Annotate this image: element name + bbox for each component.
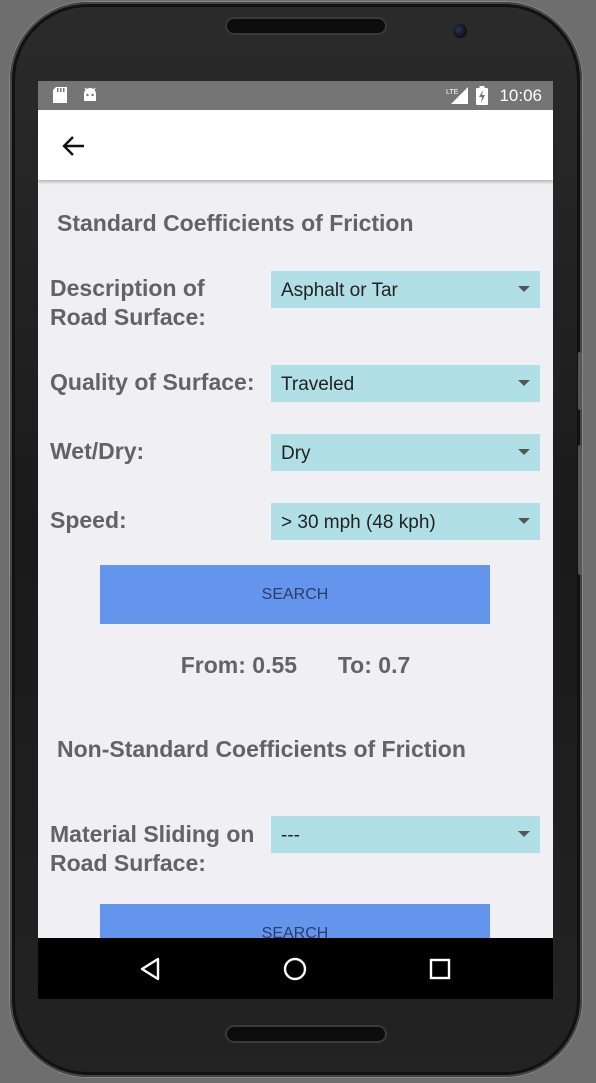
home-circle-icon [278,957,312,990]
field-label-road-surface: Description of Road Surface: [50,275,206,330]
caret-down-icon [518,380,530,386]
standard-section-title: Standard Coefficients of Friction [57,210,414,236]
navigation-bar [38,938,553,999]
wet-dry-dropdown[interactable]: Dry [271,434,540,471]
app-bar [38,110,553,180]
arrow-back-icon [60,136,88,164]
non-standard-search-button[interactable]: SEARCH [100,904,490,938]
non-standard-section-title: Non-Standard Coefficients of Friction [57,736,466,762]
screen: LTE 10:06 Standard Coefficients of Frict… [38,81,553,999]
sd-card-icon [53,87,67,108]
nav-back-button[interactable] [134,952,168,986]
front-camera [453,24,467,38]
status-time: 10:06 [499,86,542,105]
bottom-speaker [225,1025,387,1043]
nav-home-button[interactable] [278,952,312,986]
dropdown-value: > 30 mph (48 kph) [281,512,436,533]
field-label-wet-dry: Wet/Dry: [50,438,145,464]
dropdown-value: --- [281,825,300,846]
lte-signal-icon: LTE [446,87,468,109]
material-dropdown[interactable]: --- [271,816,540,853]
road-surface-dropdown[interactable]: Asphalt or Tar [271,271,540,308]
field-label-material: Material Sliding on Road Surface: [50,821,255,876]
result-range: From: 0.55 To: 0.7 [38,652,553,679]
field-label-speed: Speed: [50,507,127,533]
status-bar: LTE 10:06 [38,81,553,110]
speed-dropdown[interactable]: > 30 mph (48 kph) [271,503,540,540]
back-button[interactable] [60,132,88,160]
recents-square-icon [423,958,457,990]
result-from: From: 0.55 [180,652,298,678]
nav-recents-button[interactable] [423,952,457,986]
volume-button [578,352,582,410]
network-label: LTE [446,89,459,96]
caret-down-icon [518,831,530,837]
dropdown-value: Dry [281,443,311,464]
result-to: To: 0.7 [337,652,411,678]
android-icon [82,87,98,108]
caret-down-icon [518,449,530,455]
caret-down-icon [518,518,530,524]
caret-down-icon [518,286,530,292]
standard-search-button[interactable]: SEARCH [100,565,490,624]
battery-charging-icon [476,86,488,110]
back-triangle-icon [134,957,168,990]
dropdown-value: Traveled [281,374,355,395]
quality-dropdown[interactable]: Traveled [271,365,540,402]
dropdown-value: Asphalt or Tar [281,280,398,301]
field-label-quality: Quality of Surface: [50,369,255,395]
top-speaker [225,17,387,35]
content-scroll[interactable]: Standard Coefficients of Friction Descri… [38,180,553,938]
power-button [578,445,582,575]
